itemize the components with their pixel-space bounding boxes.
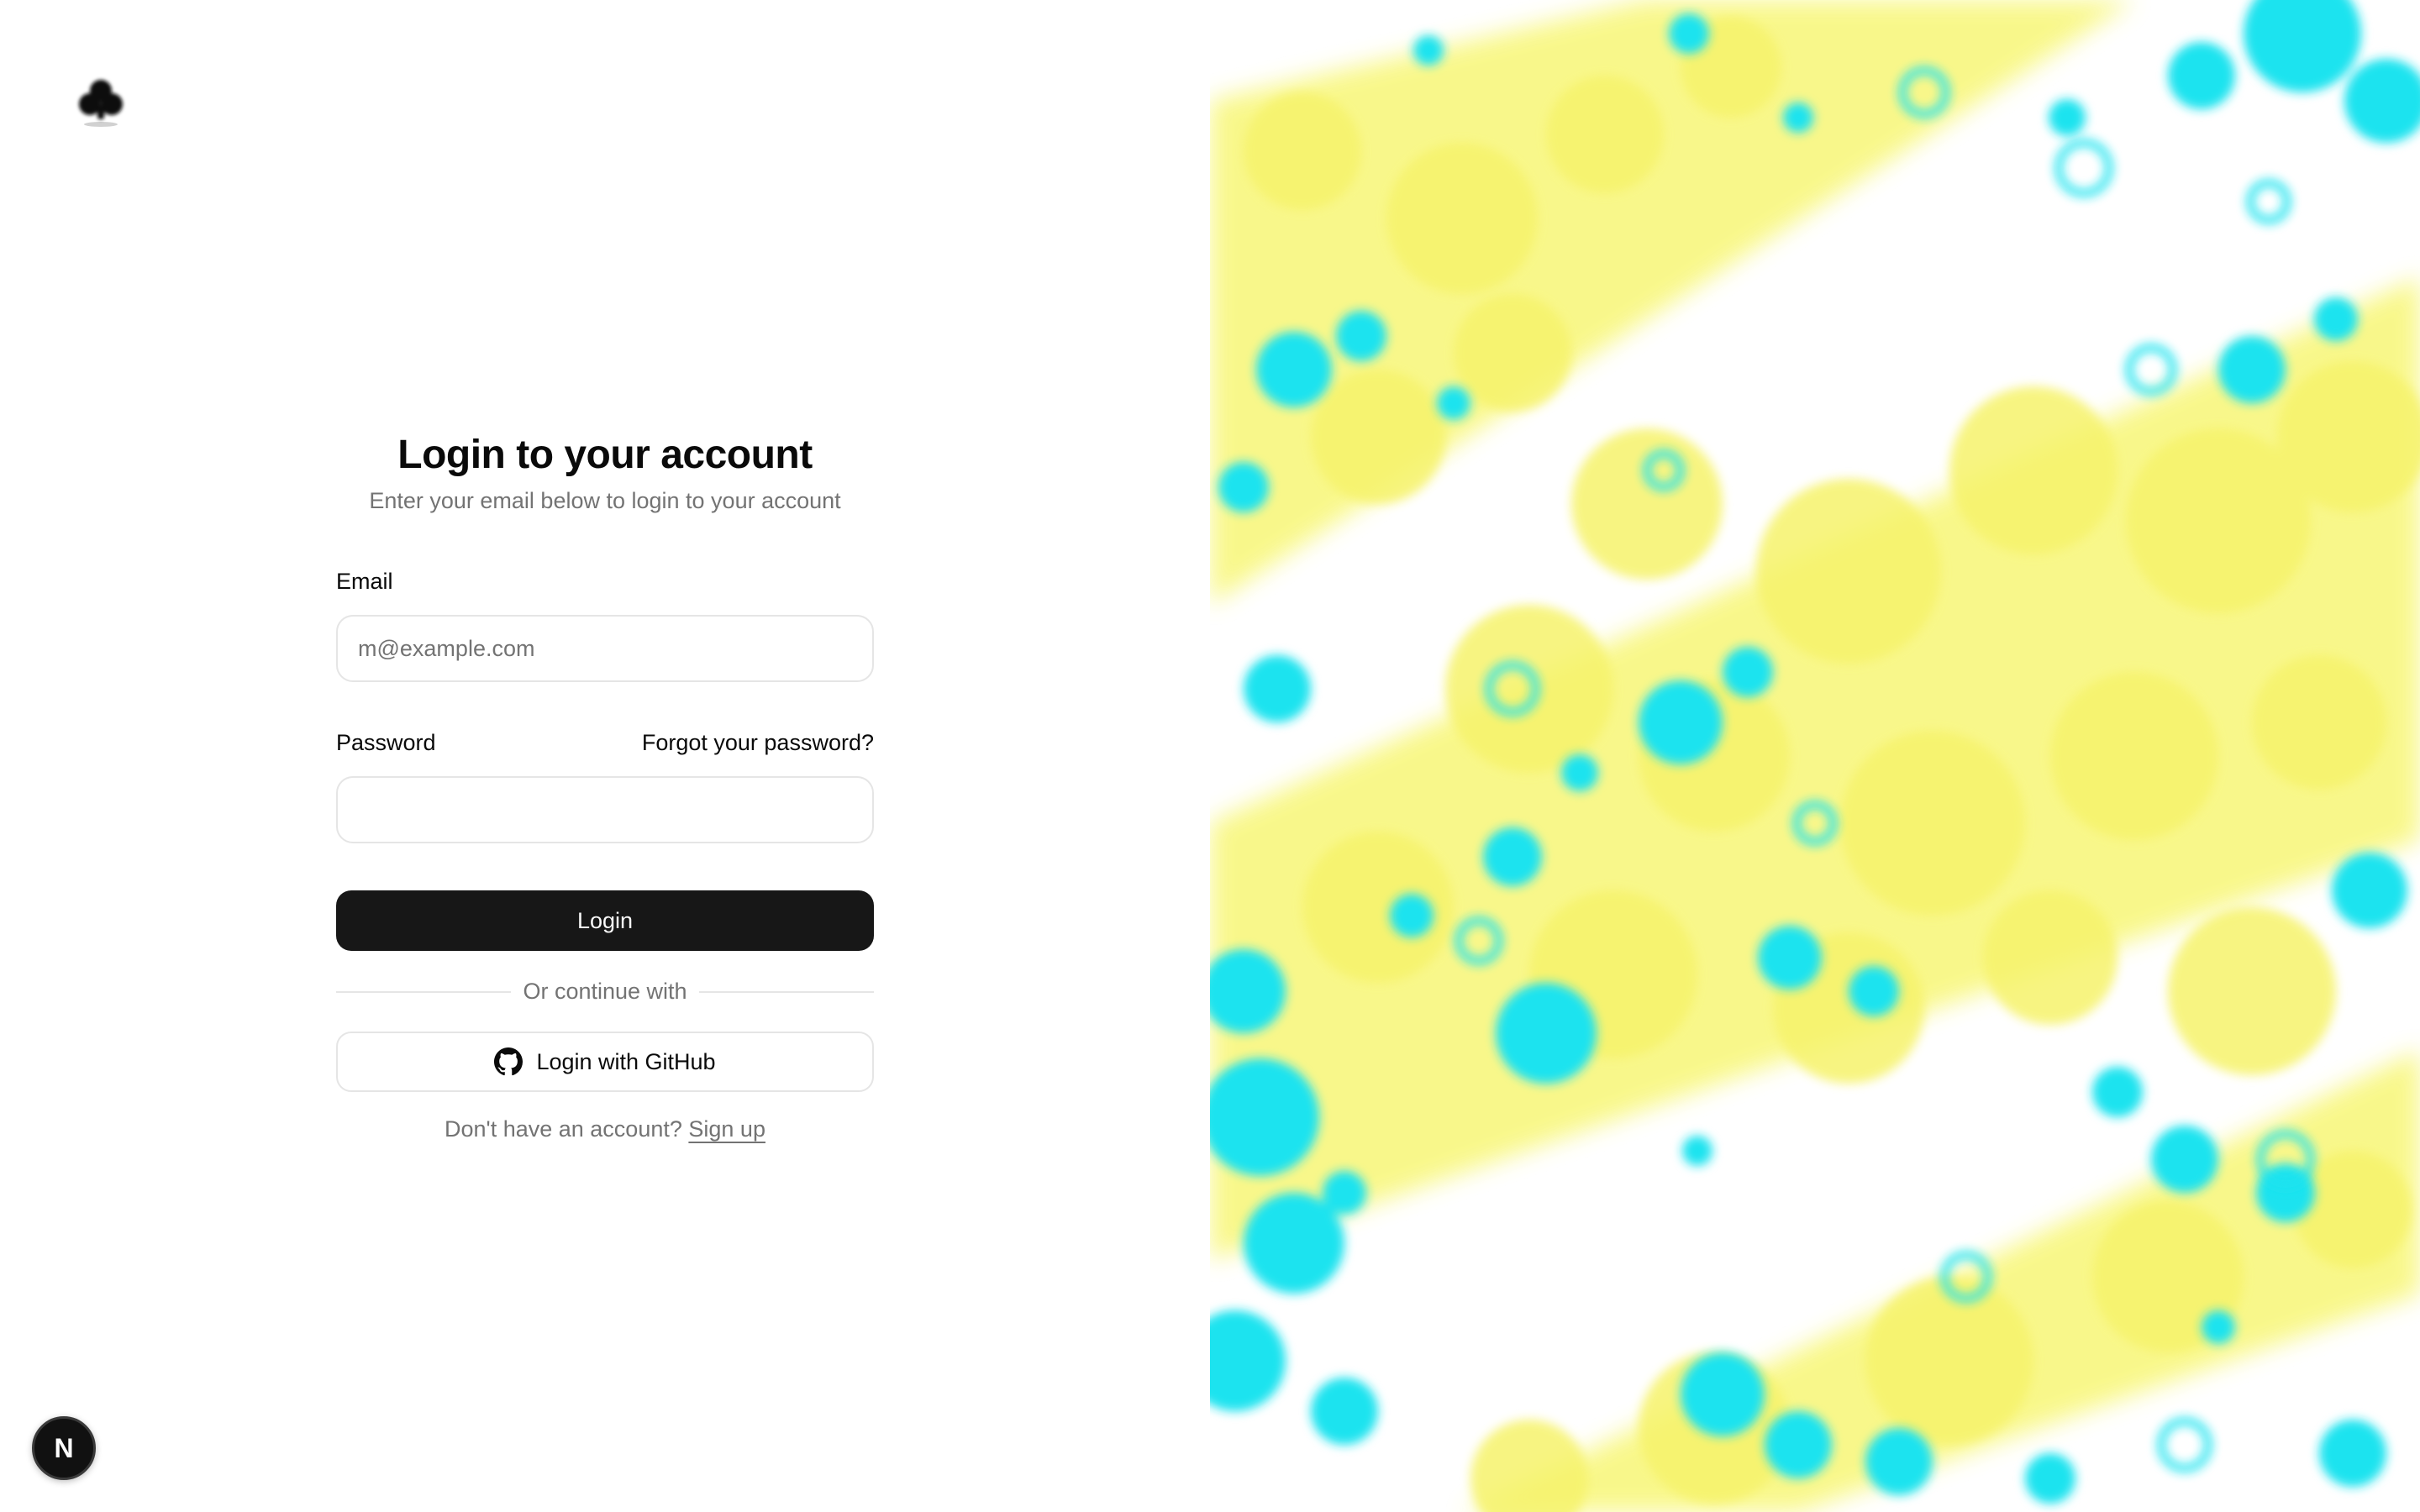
github-button-label: Login with GitHub [536,1048,716,1074]
nextjs-icon: N [54,1433,74,1463]
github-icon [494,1047,523,1076]
liquid-pattern-image [1210,0,2420,1512]
signup-prompt: Don't have an account? [445,1116,682,1142]
email-field[interactable] [336,615,874,682]
login-page: Login to your account Enter your email b… [0,0,2420,1512]
page-title: Login to your account [397,433,813,477]
or-divider: Or continue with [336,976,874,1006]
login-panel: Login to your account Enter your email b… [0,0,1210,1512]
nextjs-dev-badge[interactable]: N [32,1416,96,1480]
password-field-group: Password Forgot your password? [336,727,874,843]
login-form: Login to your account Enter your email b… [336,430,874,1144]
email-label: Email [336,569,393,594]
signup-row: Don't have an account? Sign up [336,1114,874,1144]
login-button[interactable]: Login [336,890,874,951]
email-field-group: Email [336,566,874,682]
forgot-password-link[interactable]: Forgot your password? [642,727,874,758]
divider-text: Or continue with [511,976,699,1006]
password-label-row: Password Forgot your password? [336,727,874,758]
password-field[interactable] [336,776,874,843]
password-label: Password [336,730,436,755]
github-login-button[interactable]: Login with GitHub [336,1032,874,1092]
page-subtitle: Enter your email below to login to your … [369,488,841,513]
club-logo-icon[interactable] [74,72,128,129]
signup-link[interactable]: Sign up [688,1116,765,1142]
decorative-art-panel [1210,0,2420,1512]
